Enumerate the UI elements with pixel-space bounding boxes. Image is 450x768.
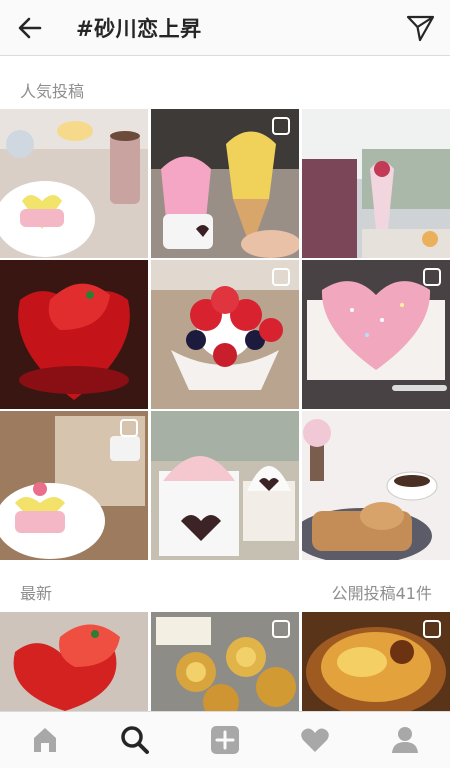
photo-tile[interactable] <box>0 612 148 711</box>
add-post-icon <box>211 726 239 754</box>
page-title: #砂川恋上昇 <box>76 17 202 41</box>
home-icon <box>34 728 56 752</box>
search-icon <box>121 726 149 754</box>
bottom-tab-bar <box>0 711 450 768</box>
profile-icon <box>392 727 418 753</box>
arrow-left-icon <box>18 17 42 39</box>
photo-tile[interactable] <box>302 411 450 560</box>
multiple-photos-icon <box>272 620 290 638</box>
top-posts-label: 人気投稿 <box>20 82 85 101</box>
multiple-photos-icon <box>423 268 441 286</box>
back-button[interactable] <box>14 12 46 44</box>
post-count: 公開投稿41件 <box>331 584 432 603</box>
heart-icon <box>301 728 329 752</box>
photo-tile[interactable] <box>151 411 299 560</box>
tab-activity[interactable] <box>299 724 331 756</box>
photo-tile[interactable] <box>0 109 148 258</box>
recent-label: 最新 <box>20 584 53 603</box>
multiple-photos-icon <box>272 117 290 135</box>
share-button[interactable] <box>404 11 436 43</box>
multiple-photos-icon <box>272 268 290 286</box>
photo-tile[interactable] <box>0 260 148 409</box>
tab-search[interactable] <box>119 724 151 756</box>
tab-profile[interactable] <box>389 724 421 756</box>
top-bar: #砂川恋上昇 <box>0 0 450 56</box>
tab-home[interactable] <box>29 724 61 756</box>
multiple-photos-icon <box>423 620 441 638</box>
photo-tile[interactable] <box>302 109 450 258</box>
multiple-photos-icon <box>120 419 138 437</box>
paper-plane-icon <box>406 15 435 42</box>
tab-add-post[interactable] <box>209 724 241 756</box>
